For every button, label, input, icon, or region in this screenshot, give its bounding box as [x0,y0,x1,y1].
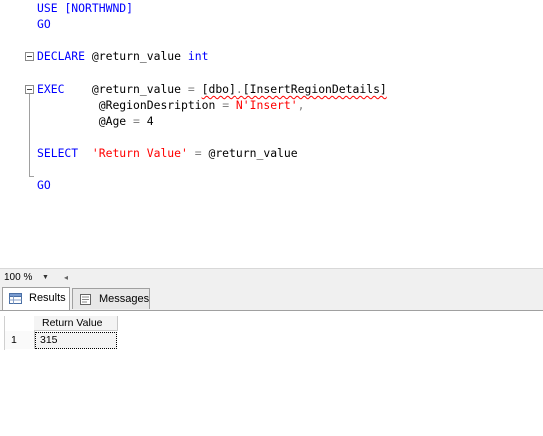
keyword-select: SELECT [37,146,79,160]
code-line-select: SELECT 'Return Value' = @return_value [37,145,298,161]
select-equals: = [194,146,202,160]
code-line-go: GO [37,16,51,32]
query-editor[interactable]: USE [NORTHWND] GO DECLARE @return_value … [0,0,543,268]
grid-corner-header[interactable] [5,316,35,330]
messages-icon [80,294,91,305]
select-string: 'Return Value' [91,146,188,160]
column-header-return-value[interactable]: Return Value [34,316,118,331]
collapse-declare-icon[interactable] [25,52,34,61]
zoom-bar: 100 % ▼ ◂ [0,268,543,286]
param-region-name: @RegionDesription [98,98,216,112]
tab-results-label: Results [29,292,66,304]
exec-procedure: [InsertRegionDetails] [242,82,387,96]
results-tab-strip: Results Messages [0,286,543,310]
variable-return-value: @return_value [91,49,182,63]
code-line-param-region: @RegionDesription = N'Insert', [37,97,305,113]
scroll-left-icon[interactable]: ◂ [64,271,68,284]
param-region-comma: , [297,98,305,112]
select-variable: @return_value [208,146,298,160]
collapse-exec-icon[interactable] [25,85,34,94]
chevron-down-icon[interactable]: ▼ [42,271,49,284]
code-line-use: USE [NORTHWND] [37,0,133,16]
type-int: int [187,49,209,63]
tab-results[interactable]: Results [2,287,70,310]
fold-guide-line [29,94,30,176]
keyword-exec: EXEC [37,82,65,96]
param-age-value: 4 [146,114,154,128]
tab-messages[interactable]: Messages [72,288,150,309]
keyword-use: USE [37,1,58,15]
code-line-param-age: @Age = 4 [37,113,154,129]
keyword-go: GO [37,17,51,31]
editor-change-gutter [18,0,23,268]
param-region-value: N'Insert' [235,98,298,112]
param-region-equals: = [222,98,230,112]
code-line-declare: DECLARE @return_value int [37,48,208,64]
zoom-dropdown[interactable]: 100 % ▼ [2,271,56,284]
result-cell[interactable]: 315 [35,332,117,349]
exec-schema: [dbo] [201,82,236,96]
code-line-go-end: GO [37,177,51,193]
column-header-label: Return Value [42,317,103,329]
exec-equals: = [187,82,195,96]
fold-guide-end [29,176,34,177]
keyword-go-end: GO [37,178,51,192]
tab-messages-label: Messages [99,293,150,305]
exec-variable: @return_value [91,82,182,96]
database-name: [NORTHWND] [64,1,134,15]
param-age-name: @Age [98,114,127,128]
result-cell-value: 315 [40,334,58,346]
row-number: 1 [11,334,17,346]
results-grid: Return Value 1 315 [0,310,543,436]
zoom-value: 100 % [4,272,33,283]
exec-dot: . [235,82,243,96]
editor-margin [0,0,18,268]
code-line-exec: EXEC @return_value = [dbo].[InsertRegion… [37,81,387,97]
keyword-declare: DECLARE [37,49,86,63]
results-grid-icon [9,293,22,304]
param-age-equals: = [133,114,140,128]
row-header[interactable]: 1 [5,331,35,349]
exec-procedure-ref: [dbo].[InsertRegionDetails] [202,82,387,96]
